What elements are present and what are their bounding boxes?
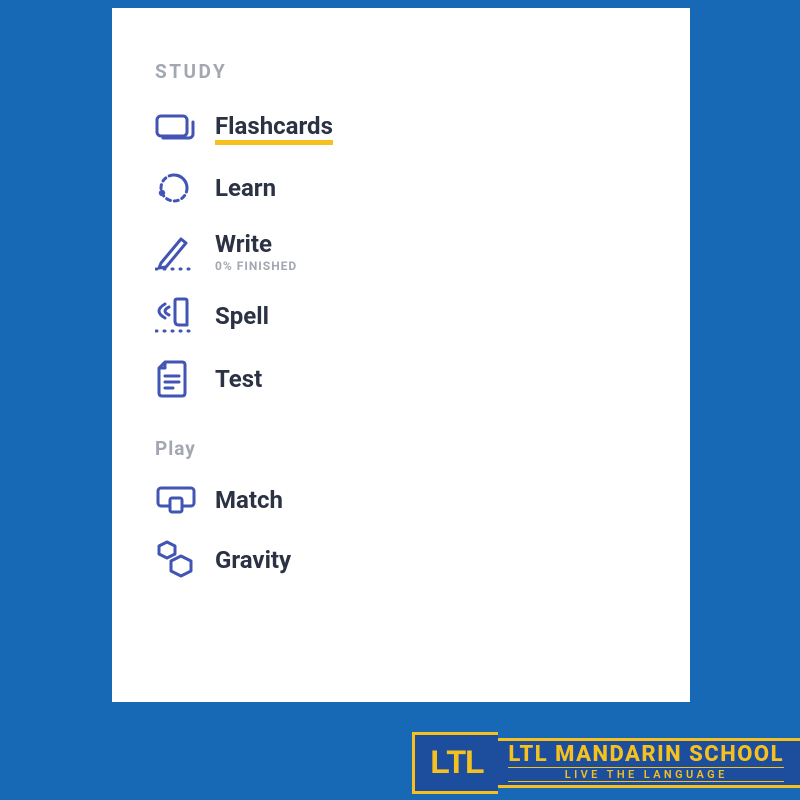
- sidebar-item-write[interactable]: Write 0% FINISHED: [155, 231, 690, 272]
- sidebar-item-match[interactable]: Match: [155, 484, 690, 516]
- sidebar-item-label: Match: [215, 487, 283, 513]
- section-header-study: STUDY: [155, 60, 690, 83]
- footer-title: LTL MANDARIN SCHOOL: [508, 744, 784, 766]
- flashcards-icon: [155, 114, 215, 144]
- footer-logo-text: LTL: [430, 744, 483, 781]
- sidebar-item-label: Spell: [215, 303, 269, 329]
- footer-tagline: LIVE THE LANGUAGE: [508, 767, 784, 782]
- gravity-icon: [155, 540, 215, 580]
- sidebar-item-label: Learn: [215, 175, 276, 201]
- section-header-play: Play: [155, 437, 690, 460]
- sidebar-item-label: Test: [215, 366, 262, 392]
- sidebar-item-gravity[interactable]: Gravity: [155, 540, 690, 580]
- footer-banner: LTL LTL MANDARIN SCHOOL LIVE THE LANGUAG…: [0, 725, 800, 800]
- test-icon: [155, 359, 215, 399]
- sidebar-item-sublabel: 0% FINISHED: [215, 259, 297, 273]
- write-icon: [155, 233, 215, 271]
- sidebar-panel: STUDY Flashcards Learn: [112, 8, 690, 702]
- sidebar-item-learn[interactable]: Learn: [155, 169, 690, 207]
- match-icon: [155, 484, 215, 516]
- footer-logo: LTL: [412, 732, 498, 794]
- sidebar-item-flashcards[interactable]: Flashcards: [155, 113, 690, 145]
- sidebar-item-label: Gravity: [215, 547, 291, 573]
- sidebar-item-label: Write: [215, 231, 297, 257]
- sidebar-item-spell[interactable]: Spell: [155, 297, 690, 335]
- sidebar-item-label: Flashcards: [215, 113, 333, 145]
- learn-icon: [155, 169, 215, 207]
- spell-icon: [155, 297, 215, 335]
- sidebar-item-test[interactable]: Test: [155, 359, 690, 399]
